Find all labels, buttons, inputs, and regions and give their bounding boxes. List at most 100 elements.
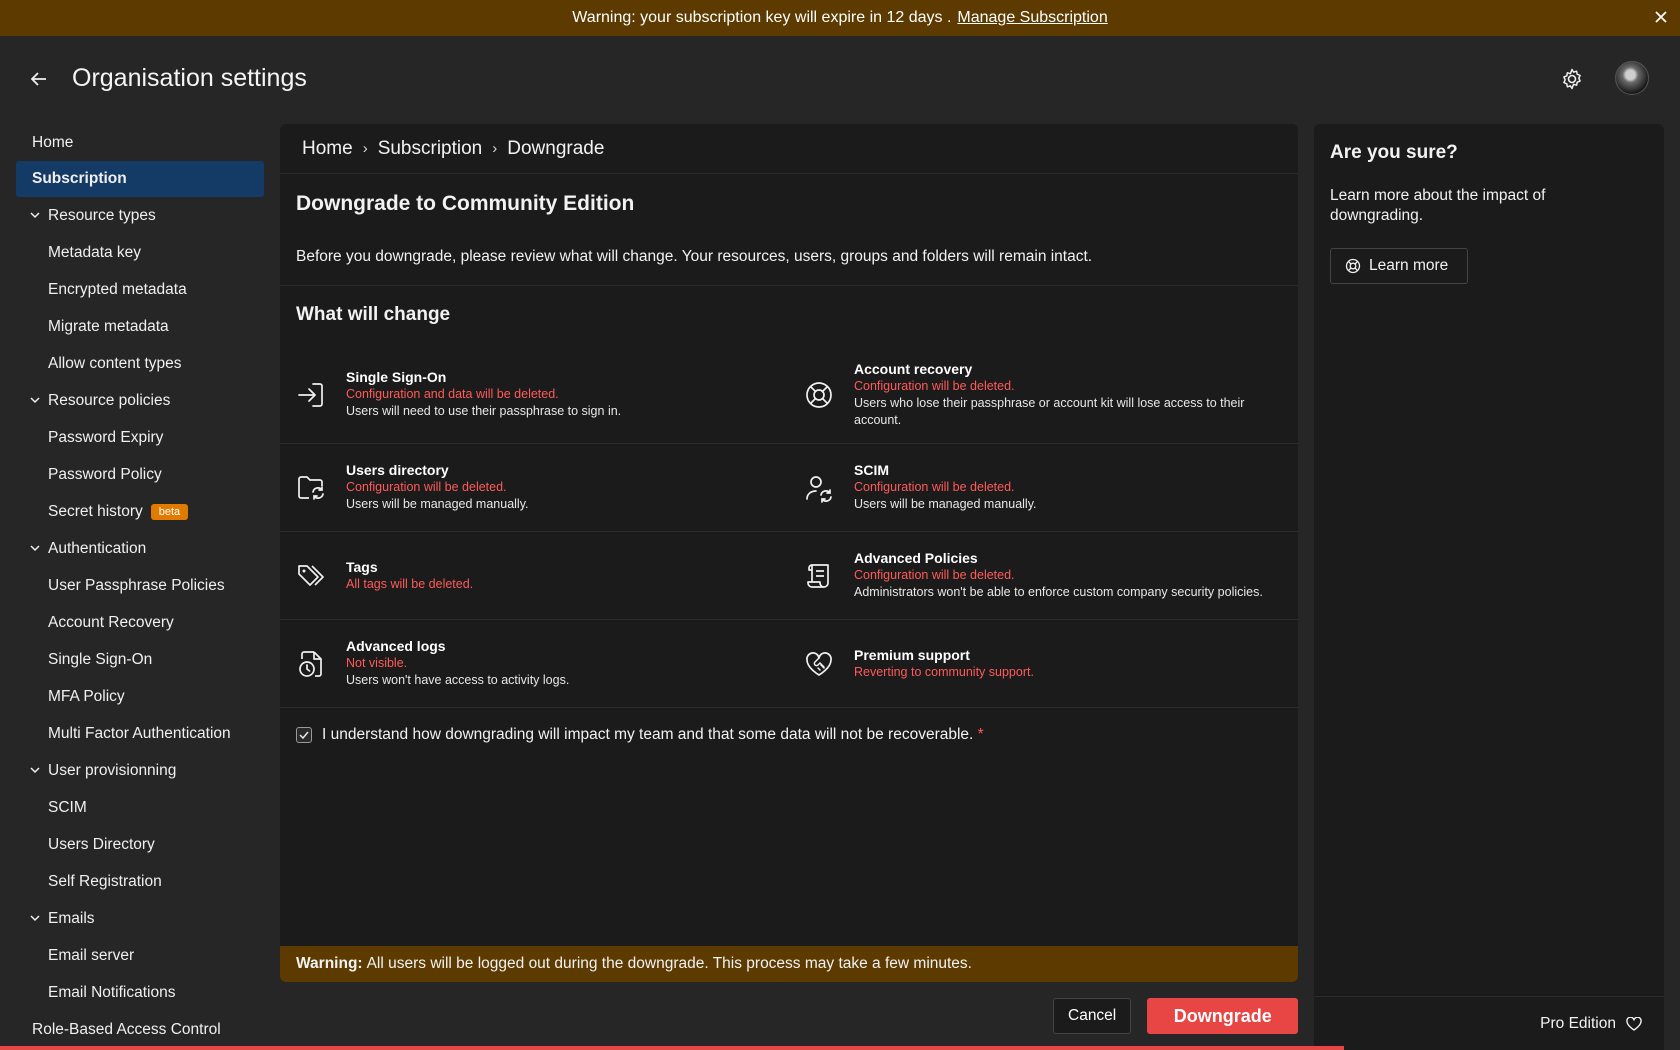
sidebar-item-label: Secret history — [48, 502, 143, 520]
sidebar-item-label: Encrypted metadata — [48, 280, 187, 298]
change-warning: Configuration and data will be deleted. — [346, 387, 559, 401]
sidebar-item-single-sign-on[interactable]: Single Sign-On — [16, 641, 264, 678]
sidebar-item-resource-policies[interactable]: Resource policies — [16, 382, 264, 419]
sidebar-item-label: Password Expiry — [48, 428, 164, 446]
sidebar-item-email-server[interactable]: Email server — [16, 937, 264, 974]
tags-icon — [298, 564, 324, 586]
section-title: What will change — [296, 304, 451, 325]
help-panel: Are you sure? Learn more about the impac… — [1314, 124, 1664, 1050]
breadcrumb-separator: › — [492, 140, 498, 157]
scroll-icon — [807, 563, 829, 588]
sidebar-item-label: Role-Based Access Control — [32, 1020, 221, 1038]
sidebar-item-label: Migrate metadata — [48, 317, 169, 335]
breadcrumb-home[interactable]: Home — [302, 138, 353, 160]
folder-sync-icon — [298, 475, 324, 500]
user-sync-icon — [806, 475, 832, 503]
sidebar-item-emails[interactable]: Emails — [16, 900, 264, 937]
settings-button[interactable] — [1559, 66, 1585, 92]
sidebar-item-label: Email server — [48, 946, 135, 964]
edition-label[interactable]: Pro Edition — [1540, 1015, 1616, 1033]
sidebar-item-allow-content-types[interactable]: Allow content types — [16, 345, 264, 382]
sidebar-item-label: Resource policies — [48, 391, 171, 409]
file-clock-icon — [299, 650, 322, 677]
sidebar-item-multi-factor-authentication[interactable]: Multi Factor Authentication — [16, 715, 264, 752]
gear-icon — [1563, 68, 1581, 90]
sidebar-item-label: Password Policy — [48, 465, 162, 483]
sidebar-nav: Home Subscription Resource types Metadata k… — [16, 124, 264, 1048]
chevron-down-icon — [30, 767, 48, 774]
confirm-checkbox[interactable] — [296, 727, 312, 743]
changes-grid: Single Sign-On Configuration and data wi… — [280, 346, 1298, 708]
confirm-row: I understand how downgrading will impact… — [280, 708, 1298, 762]
change-item-scim: SCIM Configuration will be deleted. User… — [788, 444, 1298, 532]
sidebar-item-mfa-policy[interactable]: MFA Policy — [16, 678, 264, 715]
breadcrumb-downgrade[interactable]: Downgrade — [507, 138, 604, 160]
sidebar-item-user-provisionning[interactable]: User provisionning — [16, 752, 264, 789]
sidebar-item-users-directory[interactable]: Users Directory — [16, 826, 264, 863]
manage-subscription-link[interactable]: Manage Subscription — [957, 9, 1107, 27]
arrow-left-icon — [31, 72, 46, 86]
sidebar-item-metadata-key[interactable]: Metadata key — [16, 234, 264, 271]
sidebar-item-resource-types[interactable]: Resource types — [16, 197, 264, 234]
sidebar-item-home[interactable]: Home — [16, 124, 264, 161]
change-description: Users who lose their passphrase or accou… — [854, 395, 1245, 427]
sidebar-item-label: Allow content types — [48, 354, 182, 372]
chevron-down-icon — [30, 915, 48, 922]
subscription-warning-banner: Warning: your subscription key will expi… — [0, 0, 1680, 36]
sidebar-item-label: Metadata key — [48, 243, 142, 261]
page-title: Organisation settings — [72, 64, 307, 92]
sidebar-item-self-registration[interactable]: Self Registration — [16, 863, 264, 900]
sidebar-item-migrate-metadata[interactable]: Migrate metadata — [16, 308, 264, 345]
page-header: Organisation settings — [0, 36, 1680, 122]
sidebar-item-account-recovery[interactable]: Account Recovery — [16, 604, 264, 641]
intro-text: Before you downgrade, please review what… — [280, 228, 1298, 286]
change-item-tags: Tags All tags will be deleted. — [280, 532, 788, 620]
sidebar-item-label: Multi Factor Authentication — [48, 724, 231, 742]
downgrade-button[interactable]: Downgrade — [1147, 998, 1299, 1034]
bottom-progress-line — [0, 1046, 1344, 1050]
sign-in-icon — [298, 382, 323, 407]
help-text: Learn more about the impact of downgradi… — [1330, 187, 1546, 224]
change-name: Advanced logs — [346, 638, 446, 654]
sidebar-item-role-based-access-control[interactable]: Role-Based Access Control — [16, 1011, 264, 1048]
sidebar-item-subscription[interactable]: Subscription — [16, 161, 264, 197]
beta-badge: beta — [150, 503, 189, 520]
change-warning: Configuration will be deleted. — [854, 568, 1015, 582]
change-warning: Configuration will be deleted. — [346, 480, 507, 494]
close-banner-button[interactable] — [1650, 6, 1672, 28]
sidebar-item-label: Emails — [48, 909, 95, 927]
back-button[interactable] — [26, 66, 52, 92]
sidebar-item-label: User provisionning — [48, 761, 177, 779]
sidebar-item-label: Users Directory — [48, 835, 155, 853]
sidebar-item-secret-history[interactable]: Secret history beta — [16, 493, 264, 530]
heart-icon — [1626, 1016, 1642, 1031]
checkmark-icon — [299, 731, 309, 739]
cancel-button[interactable]: Cancel — [1053, 998, 1132, 1034]
sidebar-item-scim[interactable]: SCIM — [16, 789, 264, 826]
breadcrumb: Home › Subscription › Downgrade — [280, 124, 1298, 174]
change-name: Premium support — [854, 646, 970, 663]
learn-more-label: Learn more — [1369, 257, 1449, 274]
breadcrumb-subscription[interactable]: Subscription — [378, 138, 483, 160]
confirm-label[interactable]: I understand how downgrading will impact… — [322, 726, 984, 744]
change-item-account-recovery: Account recovery Configuration will be d… — [788, 346, 1298, 444]
sidebar-item-authentication[interactable]: Authentication — [16, 530, 264, 567]
change-item-users-directory: Users directory Configuration will be de… — [280, 444, 788, 532]
heart-handshake-icon — [806, 651, 832, 676]
change-name: Account recovery — [854, 360, 973, 377]
sidebar-item-label: Single Sign-On — [48, 650, 153, 668]
avatar[interactable] — [1615, 61, 1649, 95]
sidebar-item-email-notifications[interactable]: Email Notifications — [16, 974, 264, 1011]
sidebar-item-label: Authentication — [48, 539, 147, 557]
sidebar-item-encrypted-metadata[interactable]: Encrypted metadata — [16, 271, 264, 308]
learn-more-button[interactable]: Learn more — [1330, 248, 1468, 284]
change-warning: Configuration will be deleted. — [854, 480, 1015, 494]
confirm-text: I understand how downgrading will impact… — [322, 726, 974, 743]
sidebar-item-password-policy[interactable]: Password Policy — [16, 456, 264, 493]
sidebar-item-password-expiry[interactable]: Password Expiry — [16, 419, 264, 456]
sidebar-item-user-passphrase-policies[interactable]: User Passphrase Policies — [16, 567, 264, 604]
warning-text: All users will be logged out during the … — [366, 955, 972, 972]
change-warning: All tags will be deleted. — [346, 576, 474, 591]
sidebar-item-label: Subscription — [32, 170, 127, 187]
sidebar-item-label: MFA Policy — [48, 687, 125, 705]
